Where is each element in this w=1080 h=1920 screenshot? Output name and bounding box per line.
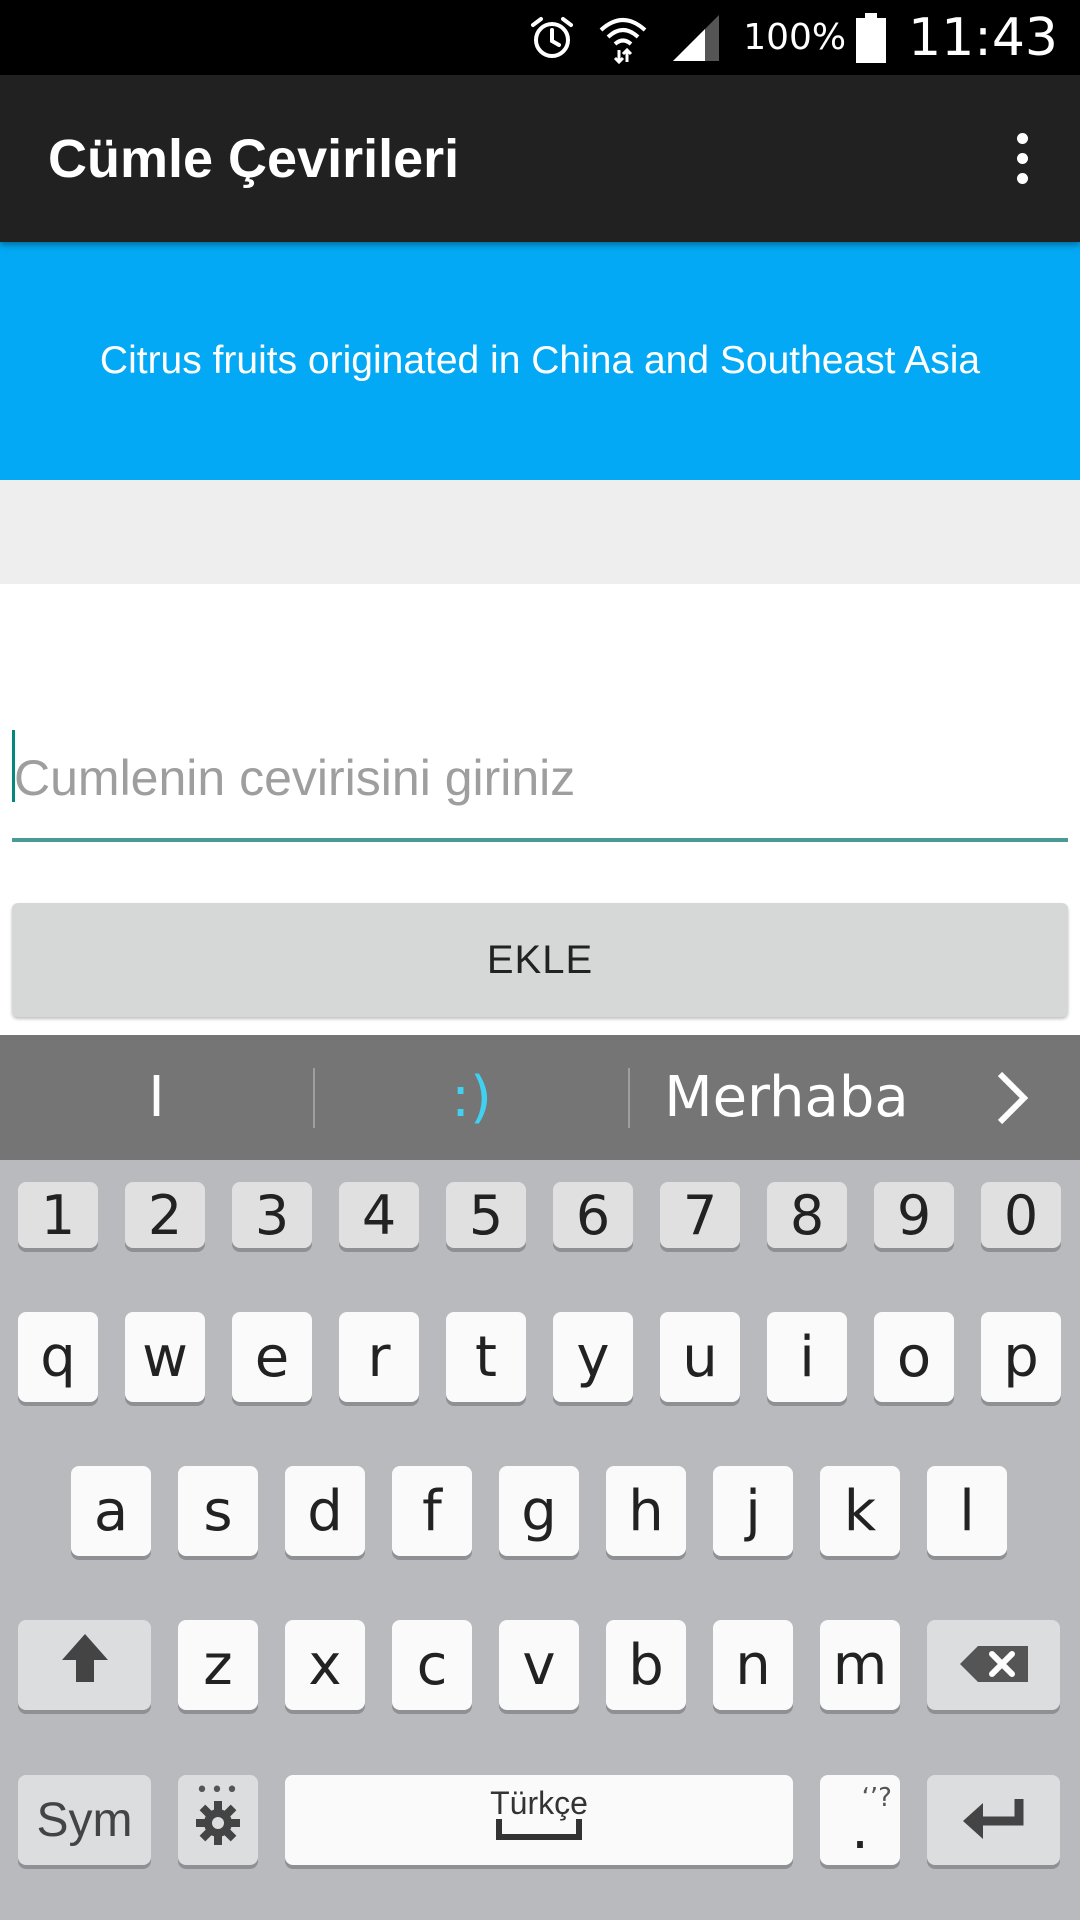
key-8[interactable]: 8 bbox=[767, 1182, 847, 1248]
app-title: Cümle Çevirileri bbox=[48, 128, 460, 189]
settings-key[interactable]: ••• bbox=[178, 1775, 258, 1865]
key-m[interactable]: m bbox=[820, 1620, 900, 1710]
sym-key-label: Sym bbox=[36, 1793, 133, 1847]
divider-strip bbox=[0, 480, 1080, 584]
battery-icon bbox=[856, 12, 887, 63]
key-z[interactable]: z bbox=[178, 1620, 258, 1710]
clock: 11:43 bbox=[908, 7, 1058, 68]
period-key[interactable]: ‘’? . bbox=[820, 1775, 900, 1865]
enter-key[interactable] bbox=[927, 1775, 1060, 1865]
chevron-right-icon[interactable] bbox=[943, 1068, 1080, 1128]
key-w[interactable]: w bbox=[125, 1312, 205, 1402]
status-bar: 100% 11:43 bbox=[0, 0, 1080, 75]
key-7[interactable]: 7 bbox=[660, 1182, 740, 1248]
suggestion-item[interactable]: I bbox=[0, 1065, 313, 1130]
period-alt-label: ‘’? bbox=[861, 1783, 892, 1813]
suggestion-bar: I :) Merhaba bbox=[0, 1035, 1080, 1160]
backspace-icon bbox=[958, 1633, 1030, 1698]
key-k[interactable]: k bbox=[820, 1466, 900, 1556]
more-dots-icon: ••• bbox=[195, 1778, 241, 1803]
key-3[interactable]: 3 bbox=[232, 1182, 312, 1248]
translation-input[interactable] bbox=[12, 720, 1068, 836]
key-e[interactable]: e bbox=[232, 1312, 312, 1402]
signal-icon bbox=[671, 13, 721, 63]
key-2[interactable]: 2 bbox=[125, 1182, 205, 1248]
key-0[interactable]: 0 bbox=[981, 1182, 1061, 1248]
suggestion-item[interactable]: Merhaba bbox=[630, 1065, 943, 1130]
space-bar-icon bbox=[496, 1790, 582, 1855]
key-5[interactable]: 5 bbox=[446, 1182, 526, 1248]
space-key[interactable]: Türkçe bbox=[285, 1775, 793, 1865]
shift-arrow-icon bbox=[60, 1632, 110, 1698]
key-4[interactable]: 4 bbox=[339, 1182, 419, 1248]
key-s[interactable]: s bbox=[178, 1466, 258, 1556]
key-g[interactable]: g bbox=[499, 1466, 579, 1556]
key-r[interactable]: r bbox=[339, 1312, 419, 1402]
key-t[interactable]: t bbox=[446, 1312, 526, 1402]
key-i[interactable]: i bbox=[767, 1312, 847, 1402]
key-f[interactable]: f bbox=[392, 1466, 472, 1556]
keyboard: Sym ••• Türkçe ‘’? . 1 2 3 4 5 6 7 8 9 0… bbox=[0, 1160, 1080, 1920]
shift-key[interactable] bbox=[18, 1620, 151, 1710]
key-c[interactable]: c bbox=[392, 1620, 472, 1710]
wifi-icon bbox=[597, 12, 649, 64]
gear-icon bbox=[194, 1796, 242, 1861]
more-vert-icon[interactable] bbox=[992, 119, 1052, 199]
app-bar: Cümle Çevirileri bbox=[0, 75, 1080, 242]
battery-percent: 100% bbox=[743, 17, 847, 58]
suggestion-item[interactable]: :) bbox=[315, 1065, 628, 1130]
input-underline bbox=[12, 838, 1068, 842]
key-n[interactable]: n bbox=[713, 1620, 793, 1710]
key-d[interactable]: d bbox=[285, 1466, 365, 1556]
key-9[interactable]: 9 bbox=[874, 1182, 954, 1248]
key-b[interactable]: b bbox=[606, 1620, 686, 1710]
key-q[interactable]: q bbox=[18, 1312, 98, 1402]
sentence-text: Citrus fruits originated in China and So… bbox=[99, 339, 981, 382]
key-h[interactable]: h bbox=[606, 1466, 686, 1556]
sentence-card: Citrus fruits originated in China and So… bbox=[0, 242, 1080, 480]
key-l[interactable]: l bbox=[927, 1466, 1007, 1556]
add-button[interactable]: EKLE bbox=[12, 903, 1068, 1017]
key-y[interactable]: y bbox=[553, 1312, 633, 1402]
key-o[interactable]: o bbox=[874, 1312, 954, 1402]
alarm-icon bbox=[529, 15, 575, 61]
key-p[interactable]: p bbox=[981, 1312, 1061, 1402]
translation-field bbox=[12, 720, 1068, 842]
key-v[interactable]: v bbox=[499, 1620, 579, 1710]
enter-icon bbox=[961, 1788, 1027, 1853]
key-a[interactable]: a bbox=[71, 1466, 151, 1556]
key-u[interactable]: u bbox=[660, 1312, 740, 1402]
backspace-key[interactable] bbox=[927, 1620, 1060, 1710]
sym-key[interactable]: Sym bbox=[18, 1775, 151, 1865]
key-6[interactable]: 6 bbox=[553, 1182, 633, 1248]
key-x[interactable]: x bbox=[285, 1620, 365, 1710]
key-j[interactable]: j bbox=[713, 1466, 793, 1556]
key-1[interactable]: 1 bbox=[18, 1182, 98, 1248]
